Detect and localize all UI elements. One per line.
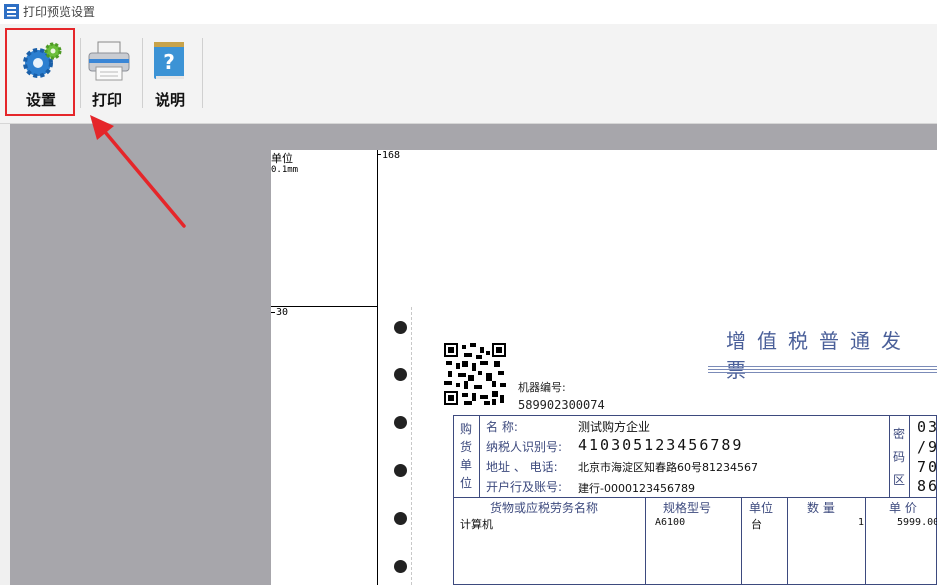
print-label: 打印 <box>91 91 122 109</box>
ruler-vertical-lower <box>377 307 378 585</box>
grid-line <box>909 415 910 498</box>
grid-line <box>479 415 480 498</box>
password-line: 03 <box>917 418 937 436</box>
help-book-icon: ? <box>154 42 184 79</box>
toolbar: 设置 打印 ? 说明 <box>0 24 937 124</box>
password-label-char: 码 <box>893 450 906 464</box>
password-label-char: 区 <box>893 473 906 487</box>
app-icon <box>4 4 19 19</box>
taxpayer-id-value: 410305123456789 <box>578 436 744 454</box>
machine-number: 589902300074 <box>518 398 605 412</box>
title-rule <box>708 369 937 370</box>
address-phone-label: 地址 、 电话: <box>486 460 558 474</box>
goods-unit-price: 5999.00 <box>897 517 937 528</box>
feed-hole <box>394 416 407 429</box>
goods-unit: 台 <box>751 518 762 531</box>
feed-hole <box>394 368 407 381</box>
print-button[interactable]: 打印 <box>77 30 137 114</box>
feed-hole <box>394 560 407 573</box>
feed-hole <box>394 512 407 525</box>
feed-hole <box>394 321 407 334</box>
password-line: 70 <box>917 458 937 476</box>
title-bar: 打印预览设置 <box>0 0 937 24</box>
buyer-name-label: 名 称: <box>486 420 518 434</box>
ruler-unit-label: 单位 <box>271 152 293 165</box>
password-line: /9 <box>917 438 937 456</box>
column-header: 数 量 <box>807 501 835 515</box>
grid-line <box>645 497 646 585</box>
qr-code-icon <box>444 343 506 405</box>
buyer-name-value: 测试购方企业 <box>578 420 651 434</box>
taxpayer-id-label: 纳税人识别号: <box>486 440 563 454</box>
ruler-tick <box>377 154 381 155</box>
goods-name: 计算机 <box>460 518 493 531</box>
bank-account-value: 建行-0000123456789 <box>578 482 695 495</box>
password-line: 86 <box>917 477 937 495</box>
buyer-label-char: 位 <box>460 476 473 490</box>
buyer-label-char: 购 <box>460 422 473 436</box>
title-rule <box>708 372 937 373</box>
goods-model: A6100 <box>655 517 686 528</box>
invoice-title: 增值税普通发票 <box>726 329 912 382</box>
ruler-vertical <box>377 150 378 307</box>
printer-icon <box>88 41 130 81</box>
address-phone-value: 北京市海淀区知春路60号81234567 <box>578 461 758 474</box>
column-header: 单位 <box>749 501 774 515</box>
ruler-tick <box>271 312 275 313</box>
bank-account-label: 开户行及账号: <box>486 480 563 494</box>
column-header: 货物或应税劳务名称 <box>490 501 599 515</box>
ruler-unit-value: 0.1mm <box>271 165 299 175</box>
help-glyph: ? <box>163 50 175 74</box>
title-rule <box>708 366 937 367</box>
buyer-label-char: 单 <box>460 458 473 472</box>
settings-highlight-box <box>5 28 75 116</box>
ruler-top-offset: 168 <box>382 150 401 161</box>
toolbar-separator <box>202 38 203 108</box>
grid-line <box>741 497 742 585</box>
help-button[interactable]: ? 说明 <box>140 30 200 114</box>
annotation-arrow-icon <box>90 115 186 228</box>
grid-line <box>787 497 788 585</box>
column-header: 单 价 <box>889 501 917 515</box>
help-label: 说明 <box>154 91 185 109</box>
ruler-left-offset: 30 <box>276 307 289 318</box>
password-label-char: 密 <box>893 427 906 441</box>
grid-line <box>865 497 866 585</box>
goods-quantity: 1 <box>858 517 865 528</box>
grid-line <box>889 415 890 498</box>
perforation-line <box>411 307 413 585</box>
preview-paper: 单位 0.1mm 168 30 增值税普通发票 机器编号: 5899023000… <box>271 150 937 585</box>
feed-hole <box>394 464 407 477</box>
machine-number-label: 机器编号: <box>518 381 566 394</box>
buyer-label-char: 货 <box>460 440 473 454</box>
window-title: 打印预览设置 <box>23 5 96 19</box>
column-header: 规格型号 <box>663 501 712 515</box>
